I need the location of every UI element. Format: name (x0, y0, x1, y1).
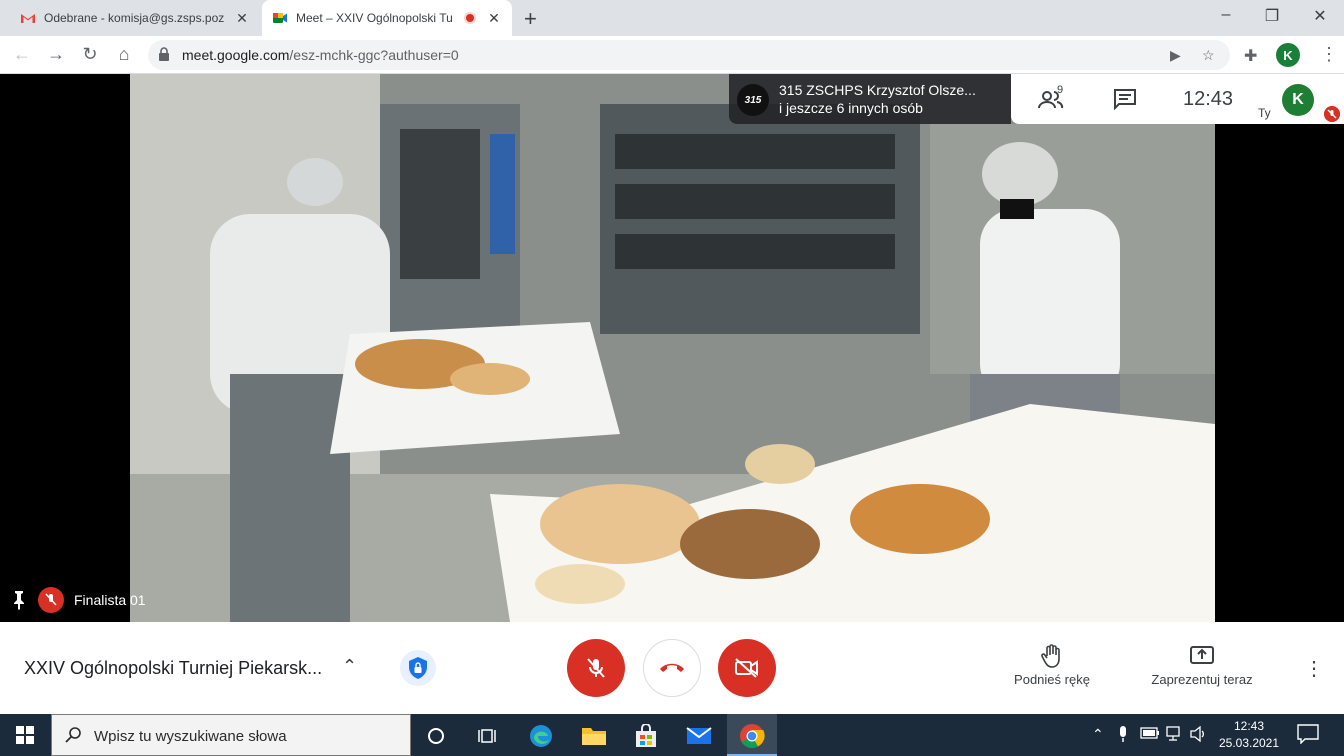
battery-icon[interactable] (1140, 726, 1160, 742)
self-avatar: K (1282, 84, 1314, 116)
mic-off-icon (1324, 106, 1340, 122)
search-icon (65, 727, 81, 743)
close-window-button[interactable]: ✕ (1308, 6, 1332, 26)
hang-up-icon (660, 663, 684, 672)
video-stage (0, 74, 1344, 622)
tile-label: Finalista 01 (10, 586, 146, 614)
tab-strip: Odebrane - komisja@gs.zsps.poz ✕ Meet – … (0, 0, 1344, 36)
chevron-up-tray-icon[interactable]: ⌃ (1092, 726, 1104, 743)
meeting-clock: 12:43 (1183, 88, 1234, 110)
more-options-icon[interactable]: ⋮ (1304, 656, 1324, 681)
tab-meet[interactable]: Meet – XXIV Ogólnopolski Tu ✕ (262, 0, 512, 36)
url-host: meet.google.com (182, 47, 290, 63)
presenter-name: 315 ZSCHPS Krzysztof Olsze... (779, 82, 976, 98)
lock-icon (159, 47, 169, 61)
notifications-icon[interactable] (1297, 724, 1319, 744)
system-time: 12:43 (1233, 719, 1265, 733)
system-clock[interactable]: 12:43 25.03.2021 (1214, 718, 1284, 752)
home-icon[interactable]: ⌂ (112, 44, 136, 65)
back-arrow-icon[interactable]: ← (10, 44, 34, 65)
edge-icon[interactable] (527, 722, 555, 750)
presenter-banner[interactable]: 315 315 ZSCHPS Krzysztof Olsze... i jesz… (729, 74, 1011, 124)
profile-avatar[interactable]: K (1276, 43, 1300, 67)
pin-icon[interactable] (10, 590, 28, 610)
chat-icon[interactable] (1113, 88, 1137, 110)
task-view-icon[interactable] (473, 722, 501, 750)
bakery-video-feed (130, 74, 1215, 622)
hand-icon (1041, 644, 1060, 668)
presenter-others: i jeszcze 6 innych osób (779, 100, 923, 116)
tile-mic-off-icon (38, 587, 64, 613)
present-icon (1190, 646, 1214, 664)
chevron-up-icon[interactable]: ⌃ (342, 656, 357, 677)
mail-icon[interactable] (685, 722, 713, 750)
restore-button[interactable]: ❐ (1260, 6, 1284, 26)
windows-taskbar: Wpisz tu wyszukiwane słowa ⌃ 12:43 25.03… (0, 714, 1344, 756)
address-bar[interactable]: meet.google.com/esz-mchk-ggc?authuser=0 … (148, 40, 1230, 70)
toggle-camera-button[interactable] (718, 639, 776, 697)
browser-toolbar: ← → ↻ ⌂ meet.google.com/esz-mchk-ggc?aut… (0, 36, 1344, 74)
recording-indicator-icon (464, 12, 476, 24)
gmail-icon (21, 14, 35, 23)
presenter-logo: 315 (737, 84, 769, 116)
close-tab-icon[interactable]: ✕ (486, 10, 502, 27)
cortana-icon[interactable] (422, 722, 450, 750)
new-tab-button[interactable]: + (524, 6, 537, 32)
meeting-controls-bar: XXIV Ogólnopolski Turniej Piekarsk... ⌃ (0, 622, 1344, 714)
tab-title: Odebrane - komisja@gs.zsps.poz (44, 11, 225, 25)
present-now-button[interactable]: Zaprezentuj teraz (1140, 644, 1264, 687)
leave-call-button[interactable] (643, 639, 701, 697)
meeting-title[interactable]: XXIV Ogólnopolski Turniej Piekarsk... (24, 658, 322, 679)
minimize-button[interactable]: – (1214, 6, 1238, 24)
chrome-icon[interactable] (738, 722, 766, 750)
star-icon[interactable]: ☆ (1202, 47, 1215, 64)
present-label: Zaprezentuj teraz (1151, 672, 1253, 687)
forward-arrow-icon[interactable]: → (44, 44, 68, 65)
system-date: 25.03.2021 (1218, 736, 1280, 750)
meet-icon (273, 13, 287, 23)
windows-start-icon[interactable] (16, 726, 34, 744)
raise-hand-button[interactable]: Podnieś rękę (1004, 644, 1100, 687)
microphone-tray-icon[interactable] (1118, 726, 1128, 745)
tab-gmail[interactable]: Odebrane - komisja@gs.zsps.poz ✕ (10, 0, 260, 36)
search-placeholder: Wpisz tu wyszukiwane słowa (94, 728, 287, 745)
participants-count: 9 (1057, 84, 1064, 96)
self-view-badge[interactable]: K Ty (1256, 84, 1344, 124)
raise-hand-label: Podnieś rękę (1014, 672, 1090, 687)
tab-title: Meet – XXIV Ogólnopolski Tu (296, 11, 453, 25)
reload-icon[interactable]: ↻ (78, 44, 102, 65)
file-explorer-icon[interactable] (580, 722, 608, 750)
mic-off-icon (587, 658, 605, 678)
participant-name: Finalista 01 (74, 592, 146, 608)
network-icon[interactable] (1166, 726, 1184, 745)
store-icon[interactable] (632, 722, 660, 750)
url-text: meet.google.com/esz-mchk-ggc?authuser=0 (182, 47, 459, 63)
browser-menu-icon[interactable]: ⋮ (1320, 44, 1338, 65)
self-label: Ty (1258, 106, 1271, 120)
volume-icon[interactable] (1190, 725, 1208, 745)
taskbar-search-box[interactable]: Wpisz tu wyszukiwane słowa (51, 714, 411, 756)
presenter-logo-text: 315 (744, 94, 762, 106)
camera-off-icon (735, 658, 758, 678)
extensions-icon[interactable]: ✚ (1244, 46, 1257, 66)
toggle-mic-button[interactable] (567, 639, 625, 697)
host-controls-shield-icon[interactable] (400, 650, 436, 686)
url-path: /esz-mchk-ggc?authuser=0 (289, 47, 459, 63)
close-tab-icon[interactable]: ✕ (234, 10, 250, 27)
camera-icon[interactable]: ▶ (1170, 47, 1181, 64)
